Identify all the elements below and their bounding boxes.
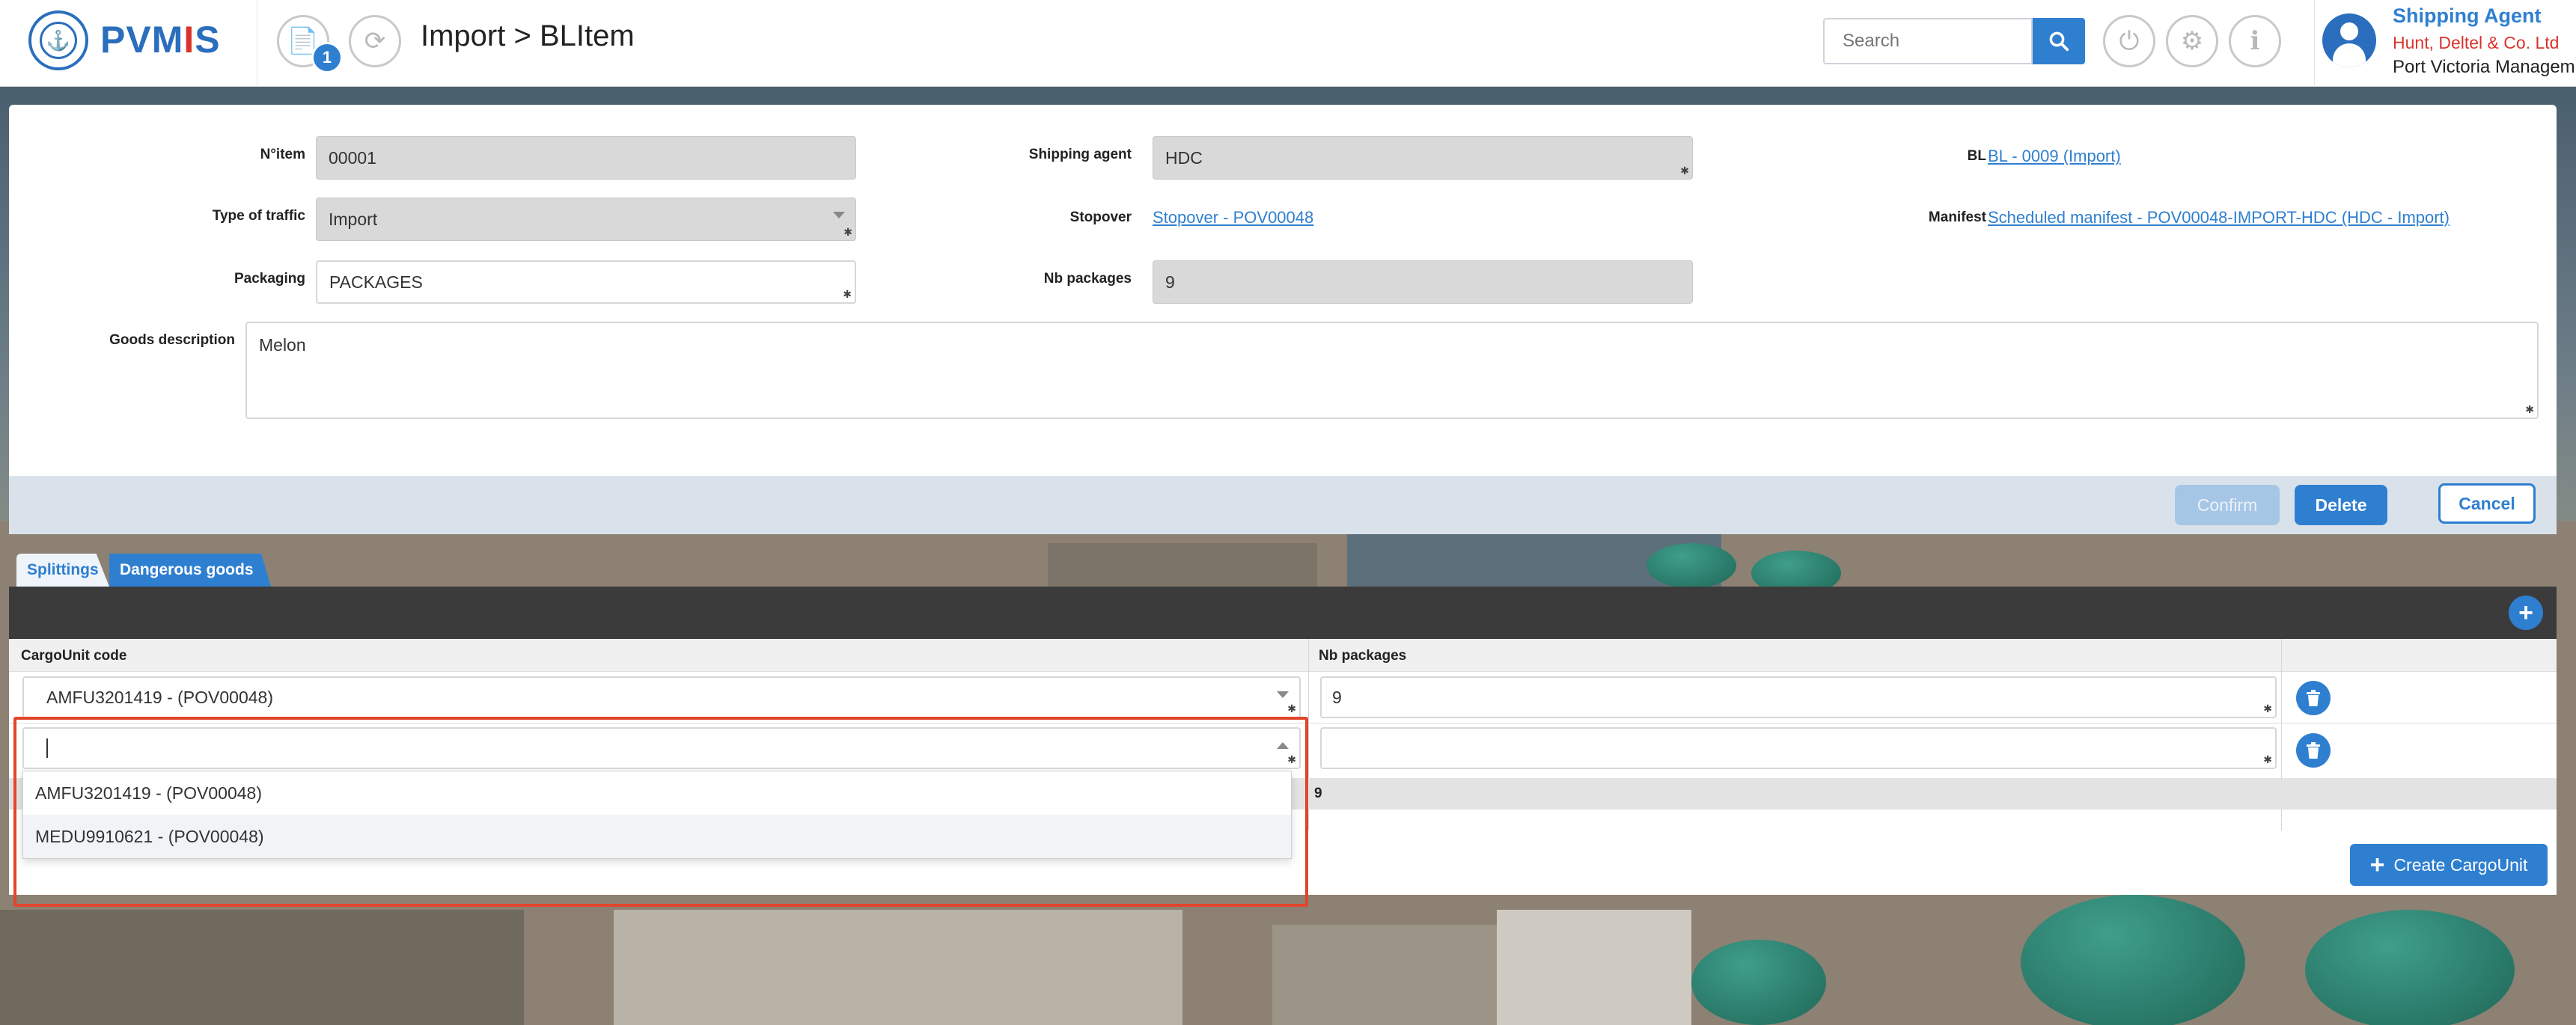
required-marker: ✱ [2263, 753, 2272, 765]
create-cargo-unit-button[interactable]: + Create CargoUnit [2350, 844, 2548, 886]
total-nb-packages: 9 [1314, 786, 1322, 801]
grid-header: CargoUnit code Nb packages [9, 639, 2557, 672]
user-company: Hunt, Deltel & Co. Ltd [2393, 33, 2560, 52]
required-marker: ✱ [1287, 753, 1296, 765]
trash-icon [2307, 690, 2320, 706]
user-profile[interactable]: Shipping Agent Hunt, Deltel & Co. Ltd Po… [2314, 0, 2576, 87]
notification-badge: 1 [311, 42, 343, 73]
logo-text: PVMIS [100, 19, 221, 61]
type-of-traffic-select: Import ✱ [316, 198, 856, 241]
required-marker: ✱ [2525, 403, 2534, 415]
goods-description-label: Goods description [109, 332, 235, 348]
packaging-label: Packaging [234, 271, 305, 287]
stopover-link[interactable]: Stopover - POV00048 [1153, 208, 1313, 227]
goods-description-textarea[interactable]: Melon ✱ [245, 322, 2539, 419]
search-button[interactable] [2033, 18, 2085, 64]
cancel-button[interactable]: Cancel [2438, 483, 2536, 524]
delete-button[interactable]: Delete [2295, 485, 2387, 525]
chevron-up-icon [1277, 742, 1289, 749]
nb-packages-field: 9 [1153, 260, 1693, 304]
logo-accent-letter: I [183, 19, 195, 61]
page-title: Import > BLItem [421, 19, 635, 52]
trash-icon [2307, 742, 2320, 759]
power-icon[interactable]: ⏻ [2103, 15, 2155, 67]
grid-toolbar: + [9, 587, 2557, 639]
top-bar: ⚓ PVMIS 📄 1 ⟳ Import > BLItem ⏻ ⚙ ℹ Ship… [0, 0, 2576, 87]
action-bar: Confirm Delete Cancel [9, 476, 2557, 534]
search-icon [2049, 31, 2069, 52]
manifest-label: Manifest [1928, 209, 1986, 225]
plus-icon: + [2369, 851, 2385, 879]
cargo-unit-dropdown: AMFU3201419 - (POV00048) MEDU9910621 - (… [22, 771, 1292, 859]
tab-dangerous-goods[interactable]: Dangerous goods [109, 554, 271, 587]
cargo-unit-select-open[interactable]: ✱ [22, 727, 1301, 769]
required-marker: ✱ [843, 288, 852, 300]
cargo-unit-select[interactable]: AMFU3201419 - (POV00048) ✱ [22, 676, 1301, 718]
logo[interactable]: ⚓ PVMIS [0, 0, 257, 87]
required-marker: ✱ [2263, 703, 2272, 715]
nb-packages-input[interactable]: ✱ [1320, 727, 2277, 769]
packaging-input[interactable]: PACKAGES ✱ [316, 260, 856, 304]
settings-icon[interactable]: ⚙ [2166, 15, 2218, 67]
bl-item-form: N°item 00001 Type of traffic Import ✱ Pa… [9, 105, 2557, 534]
nb-packages-label: Nb packages [1043, 271, 1132, 287]
avatar [2322, 13, 2376, 67]
type-of-traffic-label: Type of traffic [212, 208, 305, 224]
required-marker: ✱ [843, 226, 852, 238]
shipping-agent-label: Shipping agent [1028, 147, 1132, 162]
user-organization: Port Victoria Managem [2393, 57, 2575, 77]
chevron-down-icon [1277, 691, 1289, 698]
n-item-field: 00001 [316, 136, 856, 180]
confirm-button[interactable]: Confirm [2175, 485, 2280, 525]
delete-row-button[interactable] [2296, 681, 2331, 715]
dropdown-option[interactable]: AMFU3201419 - (POV00048) [23, 771, 1291, 815]
delete-row-button[interactable] [2296, 733, 2331, 768]
dropdown-option-hovered[interactable]: MEDU9910621 - (POV00048) [23, 815, 1291, 858]
n-item-label: N°item [260, 147, 305, 162]
shipping-agent-field: HDC ✱ [1153, 136, 1693, 180]
plus-icon: + [2518, 598, 2533, 627]
chevron-down-icon [833, 212, 845, 218]
search-input[interactable] [1823, 18, 2033, 64]
column-header-cargo-unit-code: CargoUnit code [21, 648, 127, 664]
text-cursor [46, 738, 48, 758]
stopover-label: Stopover [1069, 209, 1132, 225]
manifest-link[interactable]: Scheduled manifest - POV00048-IMPORT-HDC… [1988, 208, 2450, 227]
required-marker: ✱ [1287, 703, 1296, 715]
add-row-button[interactable]: + [2509, 596, 2543, 630]
user-role: Shipping Agent [2393, 4, 2542, 27]
refresh-icon[interactable]: ⟳ [349, 15, 401, 67]
nb-packages-input[interactable]: 9 ✱ [1320, 676, 2277, 718]
info-icon[interactable]: ℹ [2229, 15, 2281, 67]
required-marker: ✱ [1680, 165, 1689, 177]
bl-link[interactable]: BL - 0009 (Import) [1988, 147, 2121, 166]
logo-emblem-icon: ⚓ [28, 10, 88, 70]
tab-splittings[interactable]: Splittings [16, 554, 109, 587]
column-header-nb-packages: Nb packages [1319, 648, 1407, 664]
bl-label: BL [1967, 148, 1986, 164]
